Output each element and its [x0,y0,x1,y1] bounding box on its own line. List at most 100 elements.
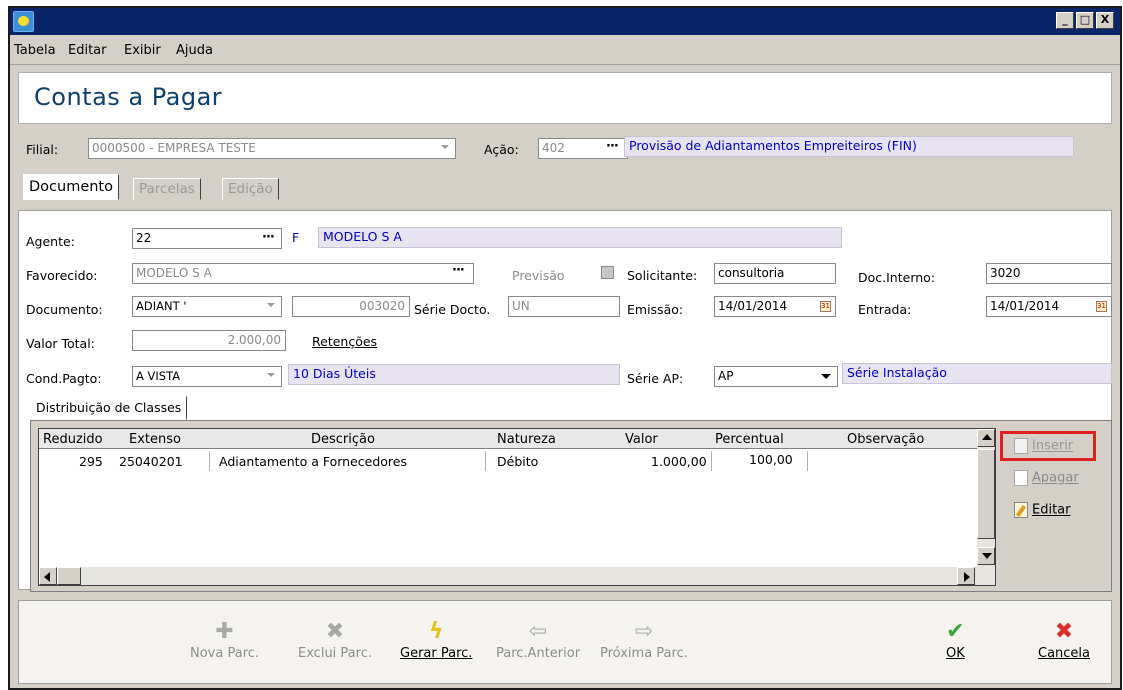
col-reduzido[interactable]: Reduzido [43,432,103,447]
tab-parcelas[interactable]: Parcelas [133,178,201,200]
horizontal-scrollbar[interactable] [39,567,995,585]
chevron-down-icon [441,145,449,149]
scroll-right-button[interactable] [957,567,975,585]
serie-docto-input[interactable]: UN [508,296,620,317]
acao-lookup-button[interactable]: ··· [606,139,619,154]
cancela-button[interactable]: ✖ Cancela [1038,618,1090,661]
tab-documento[interactable]: Documento [23,174,119,200]
col-observacao[interactable]: Observação [847,432,924,447]
menu-exibir[interactable]: Exibir [124,43,161,58]
gerar-parc-label: Gerar Parc. [400,646,473,661]
menu-bar: Tabela Editar Exibir Ajuda [10,35,1120,65]
menu-editar[interactable]: Editar [68,43,107,58]
cell-natureza: Débito [497,454,539,469]
proxima-parc-button[interactable]: ⇨ Próxima Parc. [600,618,688,661]
serie-ap-value: AP [718,369,734,383]
solicitante-input[interactable]: consultoria [714,263,836,284]
emissao-value: 14/01/2014 [718,299,788,313]
entrada-label: Entrada: [858,302,912,317]
agente-input[interactable]: 22 [132,228,282,249]
agente-type: F [292,230,300,245]
lightning-icon: ϟ [428,619,444,644]
apagar-button[interactable]: Apagar [1014,470,1079,486]
horizontal-scroll-thumb[interactable] [57,567,81,585]
chevron-down-icon [267,303,275,307]
cell-descricao: Adiantamento a Fornecedores [219,454,407,469]
scroll-up-button[interactable] [977,429,995,447]
apagar-label: Apagar [1032,470,1079,486]
solicitante-label: Solicitante: [627,268,698,283]
menu-tabela[interactable]: Tabela [14,43,56,58]
ok-button[interactable]: ✔ OK [946,618,965,661]
entrada-date-input[interactable]: 14/01/2014 31 [986,296,1112,317]
filial-label: Filial: [26,142,59,157]
scroll-left-button[interactable] [39,567,57,585]
table-row[interactable]: 295 25040201 Adiantamento a Fornecedores… [39,450,977,472]
insert-document-icon [1014,438,1028,454]
cond-pagto-value: A VISTA [136,369,181,383]
serie-ap-select[interactable]: AP [714,366,838,387]
documento-number-input[interactable]: 003020 [292,296,410,317]
cond-pagto-select[interactable]: A VISTA [132,366,282,387]
plus-icon: ✚ [215,619,234,644]
editar-label: Editar [1032,502,1071,518]
filial-select[interactable]: 0000500 - EMPRESA TESTE [88,138,456,159]
edit-document-icon [1014,502,1028,518]
col-descricao[interactable]: Descrição [311,432,375,447]
classes-grid: Reduzido Extenso Descrição Natureza Valo… [38,428,996,586]
inserir-button[interactable]: Inserir [1014,438,1073,454]
arrow-left-icon: ⇦ [528,619,548,644]
serie-docto-label: Série Docto. [414,302,491,317]
documento-value: ADIANT ' [136,299,187,313]
favorecido-lookup-button[interactable]: ··· [452,263,465,278]
valor-total-input[interactable]: 2.000,00 [132,330,286,351]
close-button[interactable]: X [1096,12,1114,29]
doc-interno-label: Doc.Interno: [858,270,936,285]
documento-label: Documento: [26,302,103,317]
calendar-icon[interactable]: 31 [820,301,831,312]
col-percentual[interactable]: Percentual [715,432,784,447]
title-bar: _ □ X [10,8,1120,35]
scroll-thumb[interactable] [977,449,995,539]
calendar-icon[interactable]: 31 [1096,301,1107,312]
check-icon: ✔ [946,619,965,644]
editar-button[interactable]: Editar [1014,502,1071,518]
retencoes-link[interactable]: Retenções [312,334,377,349]
emissao-date-input[interactable]: 14/01/2014 31 [714,296,836,317]
scroll-down-button[interactable] [977,547,995,565]
parc-anterior-button[interactable]: ⇦ Parc.Anterior [496,618,580,661]
valor-total-label: Valor Total: [26,336,95,351]
exclui-parc-button[interactable]: ✖ Exclui Parc. [298,618,372,661]
favorecido-input[interactable]: MODELO S A [132,263,474,284]
vertical-scrollbar[interactable] [977,429,995,567]
tab-edicao[interactable]: Edição [222,178,279,200]
chevron-down-icon [267,373,275,377]
agente-label: Agente: [26,234,75,249]
doc-interno-input[interactable]: 3020 [986,263,1112,284]
exclui-parc-label: Exclui Parc. [298,646,372,661]
ok-label: OK [946,646,965,661]
agente-name: MODELO S A [318,227,842,248]
documento-select[interactable]: ADIANT ' [132,296,282,317]
tab-distribuicao-classes[interactable]: Distribuição de Classes [30,396,188,420]
agente-lookup-button[interactable]: ··· [262,230,275,245]
cancela-label: Cancela [1038,646,1091,661]
gerar-parc-button[interactable]: ϟ Gerar Parc. [400,618,472,661]
filial-value: 0000500 - EMPRESA TESTE [92,141,256,155]
col-valor[interactable]: Valor [625,432,658,447]
nova-parc-button[interactable]: ✚ Nova Parc. [190,618,259,661]
menu-ajuda[interactable]: Ajuda [176,43,213,58]
minimize-button[interactable]: _ [1056,12,1074,29]
page-header: Contas a Pagar [18,72,1112,124]
delete-document-icon [1014,470,1028,486]
acao-label: Ação: [484,142,519,157]
previsao-checkbox[interactable] [601,266,614,279]
x-icon: ✖ [325,619,345,644]
page-title: Contas a Pagar [34,83,223,111]
cancel-x-icon: ✖ [1054,619,1074,644]
entrada-value: 14/01/2014 [990,299,1060,313]
col-natureza[interactable]: Natureza [497,432,556,447]
cell-percentual: 100,00 [749,452,793,467]
maximize-button[interactable]: □ [1076,12,1094,29]
col-extenso[interactable]: Extenso [129,432,181,447]
